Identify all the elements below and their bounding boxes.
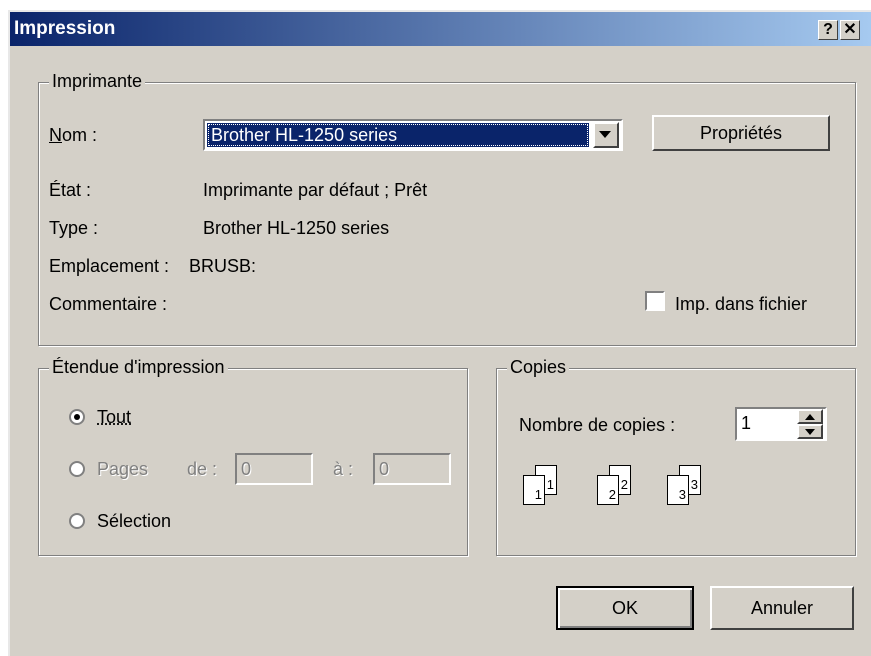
ok-button[interactable]: OK [556,586,694,630]
name-label-text: om : [62,125,98,145]
window-title: Impression [14,18,116,39]
from-page-value: 0 [241,459,252,479]
spin-down-button[interactable] [797,424,823,439]
print-to-file-checkbox[interactable] [645,291,665,311]
all-radio[interactable] [69,409,85,425]
cancel-button[interactable]: Annuler [710,586,854,630]
chevron-down-icon [599,131,611,138]
collate-page-front: 2 [597,475,619,505]
print-dialog: Impression ? ✕ Imprimante Nom : Brother … [8,10,871,656]
copies-count-label: Nombre de copies : [519,415,676,435]
type-value: Brother HL-1250 series [203,218,390,238]
state-label: État : [49,180,92,200]
state-value: Imprimante par défaut ; Prêt [203,180,428,200]
collate-page-number: 1 [546,477,554,492]
name-label: Nom : [49,125,98,145]
spin-down-icon [805,429,815,435]
spin-up-button[interactable] [797,409,823,424]
pages-radio[interactable] [69,461,85,477]
properties-button[interactable]: Propriétés [652,115,830,151]
selection-label[interactable]: Sélection [97,511,171,532]
dropdown-button[interactable] [593,122,619,148]
from-label: de : [187,459,218,479]
close-button[interactable]: ✕ [840,20,860,40]
print-range-group-label: Étendue d'impression [49,357,228,378]
type-label: Type : [49,218,99,238]
title-bar[interactable]: Impression ? ✕ [10,12,871,46]
radio-selected-dot [74,414,80,420]
location-label: Emplacement : [49,256,170,276]
spin-up-icon [805,414,815,420]
to-page-field[interactable]: 0 [373,453,451,485]
printer-group: Imprimante Nom : Brother HL-1250 series … [38,71,856,346]
help-button[interactable]: ? [818,20,838,40]
printer-group-label: Imprimante [49,71,146,92]
to-label: à : [333,459,354,479]
collate-page-number: 2 [620,477,628,492]
selection-radio[interactable] [69,513,85,529]
to-page-value: 0 [379,459,390,479]
collate-page-number: 3 [690,477,698,492]
copies-group: Copies Nombre de copies : 1 1 1 2 2 3 3 [496,357,856,556]
copies-count-value[interactable]: 1 [741,413,751,434]
from-page-field[interactable]: 0 [235,453,313,485]
printer-name-select[interactable]: Brother HL-1250 series [203,119,623,151]
comment-label: Commentaire : [49,294,168,314]
all-label[interactable]: Tout [97,407,131,428]
print-range-group: Étendue d'impression Tout Pages de : 0 à… [38,357,468,556]
collate-page-number: 1 [534,487,542,502]
copies-group-label: Copies [507,357,570,378]
copies-count-spinner[interactable]: 1 [735,407,827,441]
location-value: BRUSB: [189,256,257,276]
collate-page-front: 3 [667,475,689,505]
printer-name-value: Brother HL-1250 series [207,123,589,147]
collate-page-number: 2 [608,487,616,502]
collate-page-number: 3 [678,487,686,502]
print-to-file-label[interactable]: Imp. dans fichier [675,294,807,315]
collate-page-front: 1 [523,475,545,505]
pages-label[interactable]: Pages [97,459,148,480]
